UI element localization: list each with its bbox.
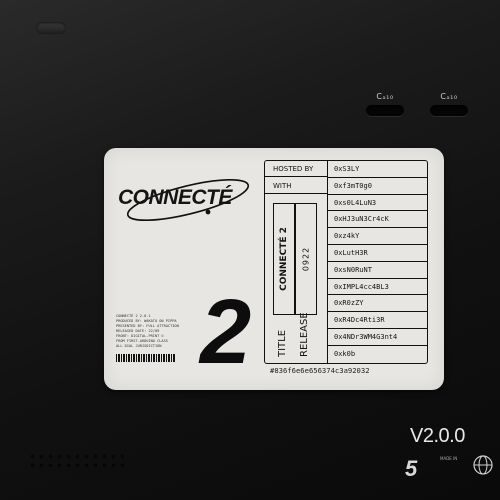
usb-c-port-1: Cₐ₁₀: [365, 92, 405, 116]
hex-code: #836f6e6e656374c3a92032: [270, 366, 370, 375]
release-value: 0922: [301, 246, 311, 272]
hosted-by-header: HOSTED BY: [265, 161, 327, 177]
release-label: RELEASE: [299, 312, 310, 357]
badge-number: 5: [405, 456, 418, 481]
device-panel: Cₐ₁₀ Cₐ₁₀ CONNECTÉ CONNECTÉ 2 2.0.1 PROD…: [0, 0, 500, 500]
credit-row: 0xHJ3uN3Cr4cK: [328, 211, 427, 229]
logo-text: CONNECTÉ: [118, 186, 232, 209]
big-number: 2: [200, 281, 252, 383]
credit-row: 0xz4kY: [328, 228, 427, 245]
port-label: Cₐ₁₀: [440, 92, 458, 101]
credit-row: 0xk0b: [334, 349, 356, 358]
credit-row: 0xsN0RuNT: [328, 262, 427, 279]
credit-row: 0x4NDr3WM4G3nt4: [328, 329, 427, 346]
release-value-box: 0922: [295, 203, 317, 315]
credits-rows: 0xS3LY 0xf3mT0g0 0xs0L4LuN3 0xHJ3uN3Cr4c…: [328, 161, 427, 363]
top-slot: [36, 22, 66, 34]
credit-row: 0xR4Dc4Rti3R: [328, 312, 427, 329]
small-print-line: ALL DIAL JURISDICTION: [116, 344, 162, 348]
connecte-logo: CONNECTÉ: [116, 166, 256, 230]
port-label: Cₐ₁₀: [376, 92, 394, 101]
port-hole: [430, 105, 468, 116]
with-header: WITH: [265, 178, 327, 194]
made-in-text: MADE IN: [440, 456, 458, 461]
title-value-box: CONNECTÉ 2: [273, 203, 295, 315]
credits-left-column: HOSTED BY WITH CONNECTÉ 2 0922 TITLE REL…: [265, 161, 328, 363]
small-print: CONNECTÉ 2 2.0.1 PRODUCED BY: WAKATO ON …: [116, 314, 196, 349]
credits-grid: HOSTED BY WITH CONNECTÉ 2 0922 TITLE REL…: [264, 160, 428, 364]
globe-icon: [473, 455, 493, 475]
usb-c-port-2: Cₐ₁₀: [429, 92, 469, 116]
version-text: V2.0.0: [410, 425, 465, 447]
credit-row: 0xR0zZY: [328, 295, 427, 313]
title-label: TITLE: [277, 329, 288, 357]
credit-row: 0xf3mT0g0: [328, 178, 427, 195]
credit-row: 0xs0L4LuN3: [328, 195, 427, 212]
credit-row: 0xIMPL4cc4BL3: [328, 279, 427, 296]
credit-row: 0xLutH3R: [328, 245, 427, 262]
barcode: [116, 354, 176, 362]
credit-row: 0xS3LY: [328, 161, 427, 178]
sticker-label: CONNECTÉ CONNECTÉ 2 2.0.1 PRODUCED BY: W…: [104, 148, 444, 390]
title-value: CONNECTÉ 2: [279, 227, 289, 291]
speaker-grille: [28, 452, 124, 472]
port-hole: [366, 105, 404, 116]
